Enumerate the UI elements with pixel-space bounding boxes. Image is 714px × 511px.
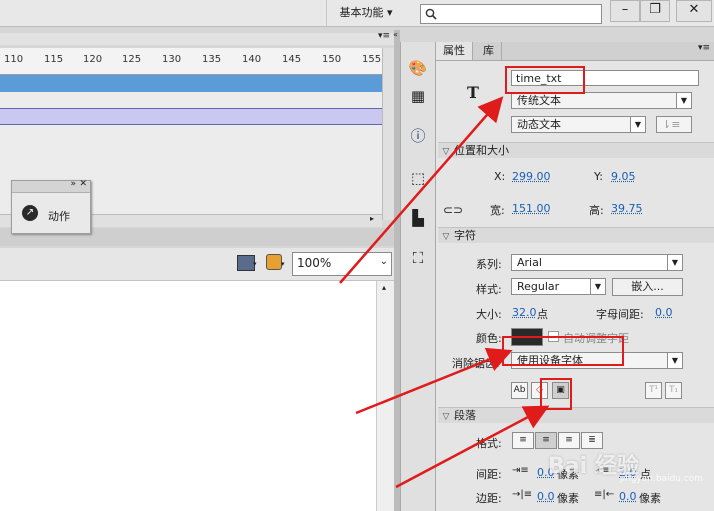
watermark-url: jingyan.baidu.com (620, 474, 704, 484)
annotation-arrow (339, 96, 504, 284)
annotation-arrow (355, 347, 513, 415)
annotation-arrow (395, 405, 550, 489)
annotation-arrows (339, 96, 550, 489)
